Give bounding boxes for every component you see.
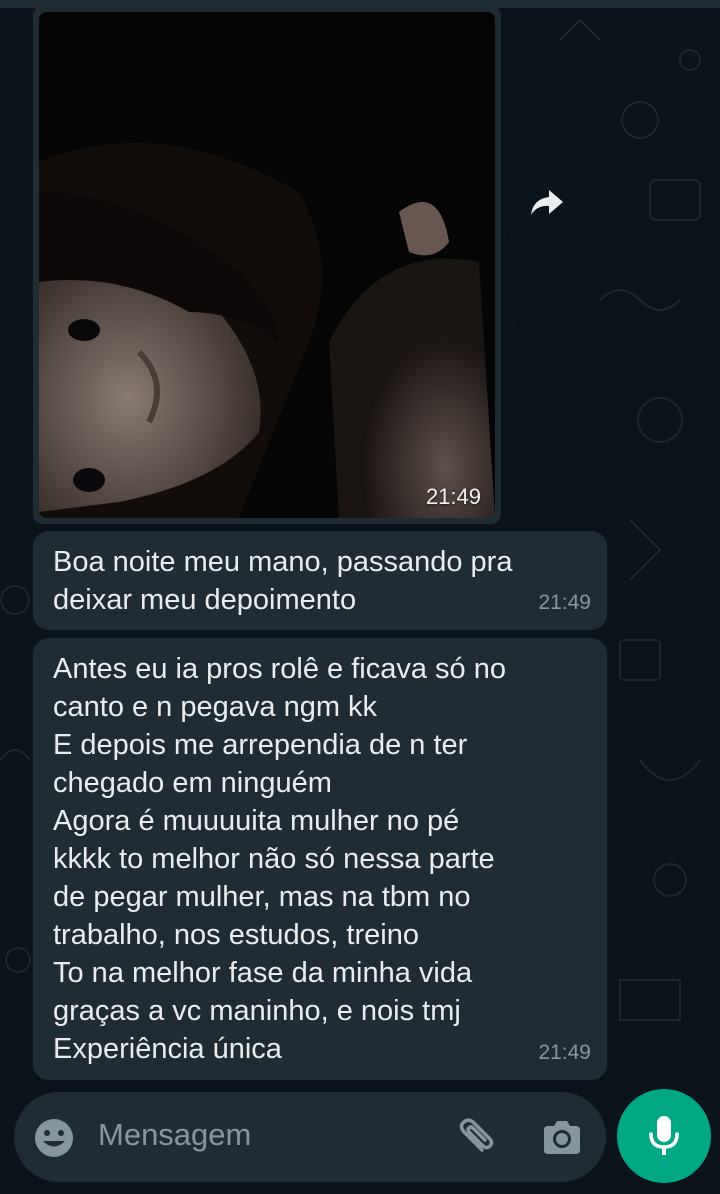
mic-icon <box>649 1116 679 1155</box>
voice-message-button[interactable] <box>617 1089 711 1183</box>
message-time: 21:49 <box>538 1041 591 1064</box>
image-message[interactable]: 21:49 <box>33 6 501 524</box>
message-time: 21:49 <box>538 591 591 614</box>
text-message[interactable]: Antes eu ia pros rolê e ficava só no can… <box>33 638 607 1080</box>
photo-image <box>39 12 495 518</box>
text-message[interactable]: Boa noite meu mano, passando pra deixar … <box>33 531 607 630</box>
message-input[interactable]: Mensagem <box>98 1117 251 1153</box>
message-composer[interactable]: Mensagem <box>14 1092 606 1182</box>
message-time: 21:49 <box>425 484 481 509</box>
forward-icon <box>531 190 563 215</box>
emoji-icon[interactable] <box>32 1116 76 1160</box>
paperclip-icon[interactable] <box>452 1114 500 1162</box>
message-text: Antes eu ia pros rolê e ficava só no can… <box>53 653 506 1065</box>
camera-icon[interactable] <box>540 1116 584 1160</box>
message-text: Boa noite meu mano, passando pra deixar … <box>53 546 513 616</box>
photo-thumbnail[interactable]: 21:49 <box>39 12 495 518</box>
forward-button[interactable] <box>517 178 577 228</box>
